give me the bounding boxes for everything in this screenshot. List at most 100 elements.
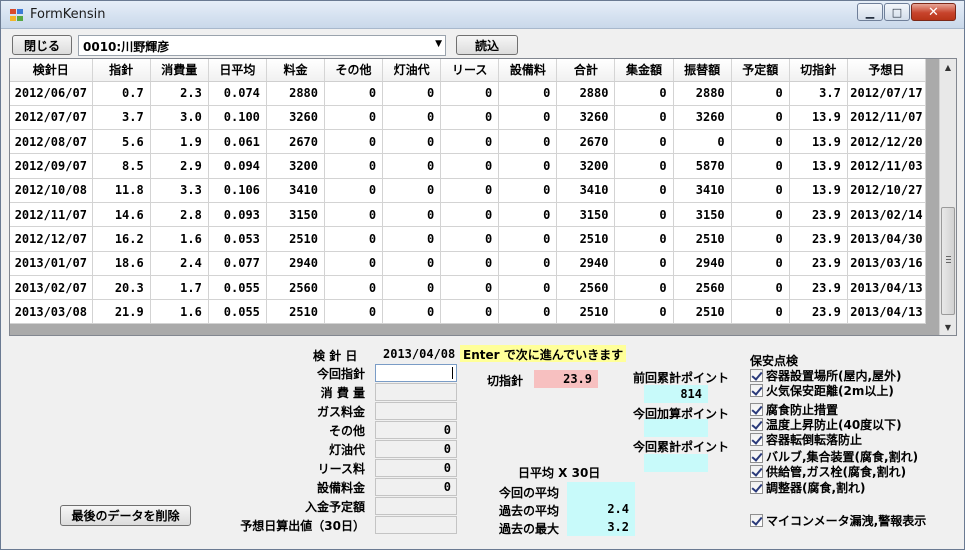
table-cell[interactable]: 0	[324, 299, 384, 325]
table-cell[interactable]: 2510	[266, 226, 326, 252]
table-cell[interactable]: 3260	[556, 105, 616, 131]
table-cell[interactable]: 0	[731, 202, 790, 228]
column-header[interactable]: 切指針	[789, 59, 848, 82]
table-cell[interactable]: 0	[731, 105, 790, 131]
table-row[interactable]: 2012/06/07 0.7 2.3 0.074 2880 0 0 0 0 2880 0 2880 0 3…	[10, 81, 927, 106]
table-cell[interactable]: 0	[324, 275, 384, 301]
table-cell[interactable]: 2510	[673, 299, 732, 325]
table-cell[interactable]: 2940	[673, 251, 732, 276]
table-cell[interactable]: 2880	[673, 81, 732, 106]
table-cell[interactable]: 13.9	[789, 129, 848, 155]
table-cell[interactable]: 2012/10/27	[847, 178, 927, 203]
table-cell[interactable]: 0	[324, 105, 384, 131]
table-cell[interactable]: 3260	[266, 105, 326, 131]
table-cell[interactable]: 0	[614, 153, 674, 179]
table-cell[interactable]: 0	[731, 153, 790, 179]
table-cell[interactable]: 0	[382, 251, 442, 276]
table-cell[interactable]: 2.4	[150, 251, 209, 276]
table-row[interactable]: 2012/08/07 5.6 1.9 0.061 2670 0 0 0 0 2670 0 0 0 13.9…	[10, 129, 927, 155]
table-cell[interactable]: 13.9	[789, 178, 848, 203]
table-cell[interactable]: 3.7	[92, 105, 151, 131]
table-cell[interactable]: 0	[324, 153, 384, 179]
table-cell[interactable]: 0	[382, 178, 442, 203]
table-cell[interactable]: 2560	[556, 275, 616, 301]
table-cell[interactable]: 0.094	[208, 153, 267, 179]
table-cell[interactable]: 0	[324, 81, 384, 106]
table-cell[interactable]: 0.093	[208, 202, 267, 228]
safety-check-microcomputer-meter[interactable]: マイコンメータ漏洩,警報表示	[750, 512, 926, 529]
table-cell[interactable]: 2510	[556, 226, 616, 252]
table-cell[interactable]: 0	[614, 129, 674, 155]
table-cell[interactable]: 0	[324, 226, 384, 252]
table-cell[interactable]: 0	[614, 81, 674, 106]
scroll-down-icon[interactable]: ▼	[940, 319, 956, 335]
table-cell[interactable]: 0.055	[208, 275, 267, 301]
column-header[interactable]: 料金	[266, 59, 326, 82]
table-cell[interactable]: 0	[440, 202, 500, 228]
safety-check-regulator[interactable]: 調整器(腐食,割れ)	[750, 479, 866, 496]
table-cell[interactable]: 3410	[556, 178, 616, 203]
table-cell[interactable]: 0	[731, 251, 790, 276]
table-cell[interactable]: 20.3	[92, 275, 151, 301]
column-header[interactable]: 予想日	[847, 59, 927, 82]
table-cell[interactable]: 0	[440, 299, 500, 325]
table-cell[interactable]: 2012/11/03	[847, 153, 927, 179]
table-cell[interactable]: 3.7	[789, 81, 848, 106]
table-cell[interactable]: 3150	[673, 202, 732, 228]
table-cell[interactable]: 0	[382, 153, 442, 179]
table-cell[interactable]: 8.5	[92, 153, 151, 179]
table-cell[interactable]: 3410	[673, 178, 732, 203]
table-cell[interactable]: 2012/11/07	[10, 202, 93, 228]
table-cell[interactable]: 3260	[673, 105, 732, 131]
table-row[interactable]: 2013/01/07 18.6 2.4 0.077 2940 0 0 0 0 2940 0 2940 0…	[10, 251, 927, 276]
table-cell[interactable]: 2510	[556, 299, 616, 325]
table-cell[interactable]: 2013/03/08	[10, 299, 93, 325]
delete-last-data-button[interactable]: 最後のデータを削除	[60, 505, 191, 526]
table-cell[interactable]: 0	[614, 299, 674, 325]
table-cell[interactable]: 2012/07/17	[847, 81, 927, 106]
table-cell[interactable]: 21.9	[92, 299, 151, 325]
checkbox-icon[interactable]	[750, 369, 763, 382]
close-form-button[interactable]: 閉じる	[12, 35, 72, 55]
table-cell[interactable]: 2012/09/07	[10, 153, 93, 179]
reading-history-grid[interactable]: 検針日 指針 消費量 日平均 料金 その他 灯油代 リース 設備料 合計 集金額 振替額 予定額 切指針予…	[9, 58, 957, 336]
table-cell[interactable]: 0	[614, 178, 674, 203]
table-cell[interactable]: 5.6	[92, 129, 151, 155]
table-cell[interactable]: 0	[498, 299, 558, 325]
table-cell[interactable]: 1.6	[150, 299, 209, 325]
table-cell[interactable]: 0	[382, 275, 442, 301]
table-cell[interactable]: 16.2	[92, 226, 151, 252]
table-cell[interactable]: 0	[731, 226, 790, 252]
close-window-button[interactable]: ✕	[911, 3, 956, 21]
safety-check-fire-distance[interactable]: 火気保安距離(2m以上)	[750, 382, 894, 399]
table-cell[interactable]: 0	[382, 202, 442, 228]
table-cell[interactable]: 2.3	[150, 81, 209, 106]
table-cell[interactable]: 0	[324, 178, 384, 203]
table-cell[interactable]: 2880	[266, 81, 326, 106]
table-cell[interactable]: 0	[498, 153, 558, 179]
table-row[interactable]: 2012/07/07 3.7 3.0 0.100 3260 0 0 0 0 3260 0 3260 0 1…	[10, 105, 927, 131]
table-cell[interactable]: 13.9	[789, 153, 848, 179]
table-cell[interactable]: 1.9	[150, 129, 209, 155]
table-cell[interactable]: 0	[731, 129, 790, 155]
table-cell[interactable]: 0	[731, 275, 790, 301]
current-reading-input[interactable]	[375, 364, 457, 382]
table-cell[interactable]: 2940	[556, 251, 616, 276]
table-cell[interactable]: 5870	[673, 153, 732, 179]
table-cell[interactable]: 1.6	[150, 226, 209, 252]
table-cell[interactable]: 2012/06/07	[10, 81, 93, 106]
table-cell[interactable]: 2012/12/07	[10, 226, 93, 252]
table-cell[interactable]: 23.9	[789, 275, 848, 301]
table-cell[interactable]: 0	[440, 153, 500, 179]
scroll-up-icon[interactable]: ▲	[940, 59, 956, 75]
table-cell[interactable]: 2940	[266, 251, 326, 276]
table-cell[interactable]: 0	[498, 226, 558, 252]
table-cell[interactable]: 23.9	[789, 226, 848, 252]
table-cell[interactable]: 1.7	[150, 275, 209, 301]
column-header[interactable]: 灯油代	[382, 59, 442, 82]
table-cell[interactable]: 0	[440, 226, 500, 252]
table-cell[interactable]: 3.3	[150, 178, 209, 203]
checkbox-icon[interactable]	[750, 514, 763, 527]
checkbox-icon[interactable]	[750, 384, 763, 397]
table-cell[interactable]: 13.9	[789, 105, 848, 131]
